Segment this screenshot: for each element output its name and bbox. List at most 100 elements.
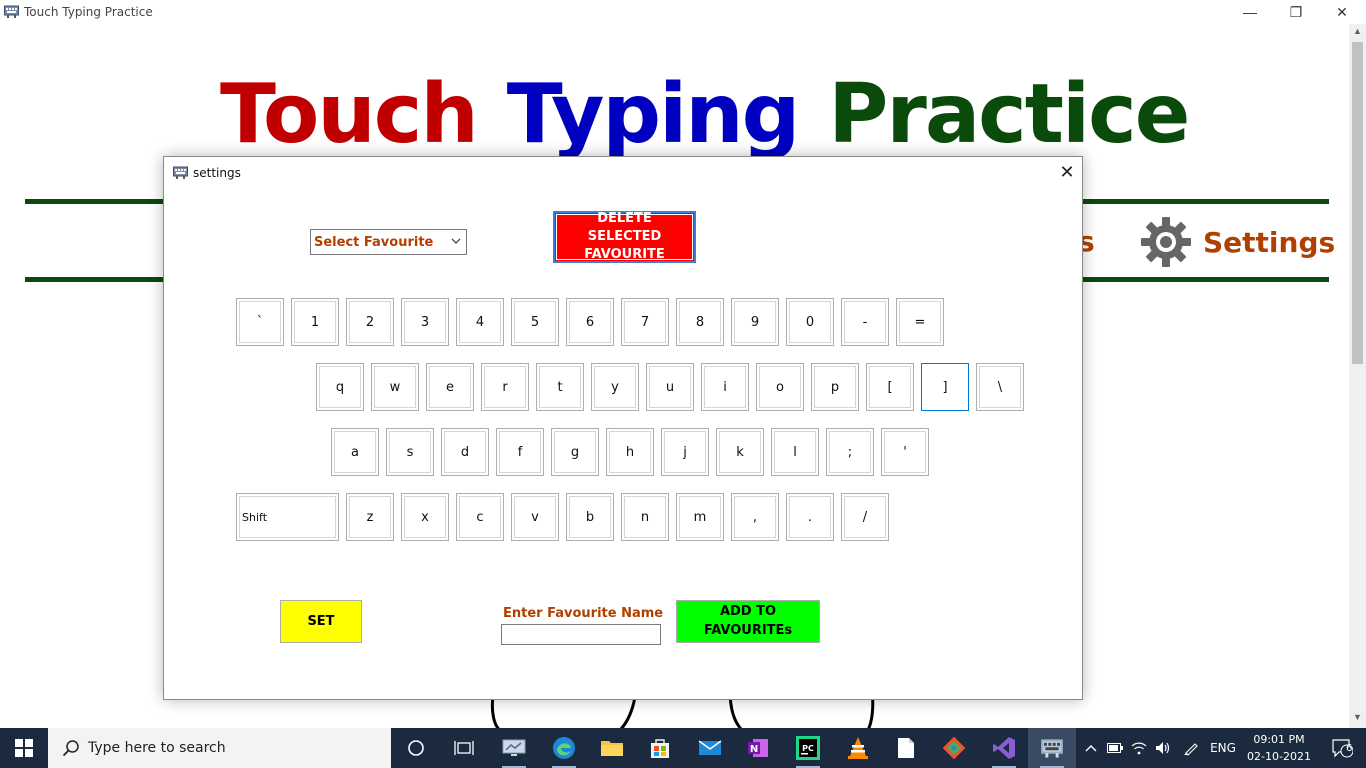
key-r2c7[interactable]: k <box>716 428 764 476</box>
key-r0c8[interactable]: 8 <box>676 298 724 346</box>
key-r1c1[interactable]: w <box>371 363 419 411</box>
dialog-close-button[interactable]: ✕ <box>1053 161 1081 183</box>
taskbar-search[interactable]: Type here to search <box>48 728 391 768</box>
key-r2c9[interactable]: ; <box>826 428 874 476</box>
title-word-practice: Practice <box>828 67 1190 162</box>
key-r1c6[interactable]: u <box>646 363 694 411</box>
wifi-icon[interactable] <box>1128 728 1150 768</box>
start-button[interactable] <box>0 728 48 768</box>
key-r2c8[interactable]: l <box>771 428 819 476</box>
window-title: Touch Typing Practice <box>24 5 153 19</box>
key-r3c7[interactable]: m <box>676 493 724 541</box>
typing-app-icon <box>173 166 188 179</box>
key-r1c0[interactable]: q <box>316 363 364 411</box>
add-to-favourites-button[interactable]: ADD TO FAVOURITEs <box>676 600 820 643</box>
nav-settings-label: Settings <box>1203 225 1336 259</box>
key-r1c2[interactable]: e <box>426 363 474 411</box>
key-r1c5[interactable]: y <box>591 363 639 411</box>
key-r0c12[interactable]: = <box>896 298 944 346</box>
clock-time: 09:01 PM <box>1253 733 1305 746</box>
monitor-app-icon[interactable] <box>490 728 538 768</box>
key-r3c8[interactable]: , <box>731 493 779 541</box>
cortana-icon[interactable] <box>392 728 440 768</box>
key-r2c0[interactable]: a <box>331 428 379 476</box>
search-icon <box>62 740 79 757</box>
clock-date: 02-10-2021 <box>1247 750 1311 763</box>
scroll-up-icon[interactable]: ▲ <box>1349 26 1366 40</box>
desktop: Touch Typing Practice — ❐ ✕ Touch Typing P… <box>0 0 1366 768</box>
key-r3c1[interactable]: z <box>346 493 394 541</box>
key-r0c9[interactable]: 9 <box>731 298 779 346</box>
key-r1c12[interactable]: \ <box>976 363 1024 411</box>
key-r0c3[interactable]: 3 <box>401 298 449 346</box>
delete-favourite-button[interactable]: DELETE SELECTED FAVOURITE <box>553 211 696 263</box>
git-icon[interactable] <box>930 728 978 768</box>
visual-studio-icon[interactable] <box>980 728 1028 768</box>
key-r2c3[interactable]: f <box>496 428 544 476</box>
battery-icon[interactable] <box>1104 728 1126 768</box>
notepad-icon[interactable] <box>882 728 930 768</box>
close-button[interactable]: ✕ <box>1319 0 1365 24</box>
set-button[interactable]: SET <box>280 600 362 643</box>
typing-app-taskbar-icon[interactable] <box>1028 728 1076 768</box>
taskbar-clock[interactable]: 09:01 PM 02-10-2021 <box>1240 731 1318 765</box>
key-r0c6[interactable]: 6 <box>566 298 614 346</box>
key-r0c4[interactable]: 4 <box>456 298 504 346</box>
mail-icon[interactable] <box>686 728 734 768</box>
favourite-name-input[interactable] <box>501 624 661 645</box>
task-view-icon[interactable] <box>440 728 488 768</box>
key-r3c9[interactable]: . <box>786 493 834 541</box>
file-explorer-icon[interactable] <box>588 728 636 768</box>
key-r0c2[interactable]: 2 <box>346 298 394 346</box>
minimize-button[interactable]: — <box>1227 0 1273 24</box>
key-r3c4[interactable]: v <box>511 493 559 541</box>
key-r0c7[interactable]: 7 <box>621 298 669 346</box>
key-r2c2[interactable]: d <box>441 428 489 476</box>
pycharm-icon[interactable]: PC <box>784 728 832 768</box>
notification-center-button[interactable]: 6 <box>1318 728 1366 768</box>
key-r1c8[interactable]: o <box>756 363 804 411</box>
scroll-thumb[interactable] <box>1352 42 1363 364</box>
nav-settings[interactable]: Settings <box>1138 214 1335 270</box>
search-placeholder: Type here to search <box>88 740 226 756</box>
key-r2c6[interactable]: j <box>661 428 709 476</box>
key-r0c11[interactable]: - <box>841 298 889 346</box>
onenote-icon[interactable]: N <box>734 728 782 768</box>
key-r1c9[interactable]: p <box>811 363 859 411</box>
edge-icon[interactable] <box>540 728 588 768</box>
scroll-down-icon[interactable]: ▼ <box>1349 712 1366 726</box>
favourite-select[interactable]: Select Favourite <box>310 229 467 255</box>
key-r2c5[interactable]: h <box>606 428 654 476</box>
key-r0c5[interactable]: 5 <box>511 298 559 346</box>
vertical-scrollbar[interactable]: ▲ ▼ <box>1349 24 1366 728</box>
key-r1c10[interactable]: [ <box>866 363 914 411</box>
key-r3c5[interactable]: b <box>566 493 614 541</box>
language-indicator[interactable]: ENG <box>1206 728 1240 768</box>
key-r0c0[interactable]: ` <box>236 298 284 346</box>
key-r1c7[interactable]: i <box>701 363 749 411</box>
key-r3c3[interactable]: c <box>456 493 504 541</box>
key-r3c2[interactable]: x <box>401 493 449 541</box>
notification-count: 6 <box>1346 743 1353 754</box>
key-r1c4[interactable]: t <box>536 363 584 411</box>
settings-dialog: settings ✕ Select Favourite DELETE SELEC… <box>163 156 1083 700</box>
vlc-icon[interactable] <box>834 728 882 768</box>
key-r0c1[interactable]: 1 <box>291 298 339 346</box>
volume-icon[interactable] <box>1152 728 1174 768</box>
key-r2c1[interactable]: s <box>386 428 434 476</box>
chevron-up-icon[interactable] <box>1080 728 1102 768</box>
key-r1c3[interactable]: r <box>481 363 529 411</box>
key-r2c4[interactable]: g <box>551 428 599 476</box>
key-r0c10[interactable]: 0 <box>786 298 834 346</box>
taskbar: Type here to search N PC ENG 09:01 PM 02… <box>0 728 1366 768</box>
key-r1c11[interactable]: ] <box>921 363 969 411</box>
store-icon[interactable] <box>636 728 684 768</box>
key-shift[interactable]: Shift <box>236 493 339 541</box>
window-titlebar: Touch Typing Practice — ❐ ✕ <box>0 0 1366 24</box>
key-r3c10[interactable]: / <box>841 493 889 541</box>
key-r2c10[interactable]: ' <box>881 428 929 476</box>
key-r3c6[interactable]: n <box>621 493 669 541</box>
restore-button[interactable]: ❐ <box>1273 0 1319 24</box>
svg-text:N: N <box>750 744 758 755</box>
pen-icon[interactable] <box>1178 728 1204 768</box>
